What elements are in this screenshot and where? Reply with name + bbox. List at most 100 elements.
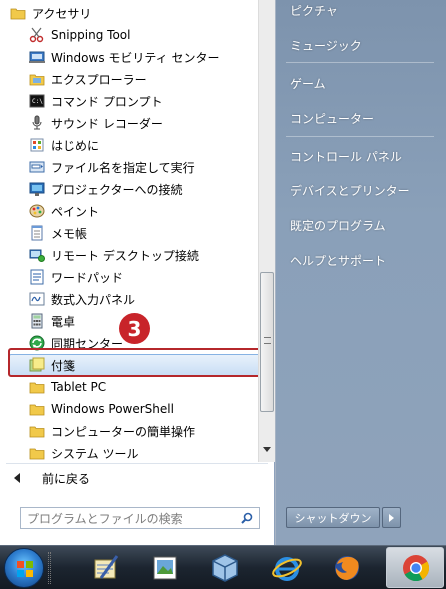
- right-separator: [286, 62, 434, 63]
- program-item-label: Snipping Tool: [51, 28, 131, 42]
- program-item-label: リモート デスクトップ接続: [51, 248, 199, 263]
- back-label: 前に戻る: [42, 471, 91, 486]
- explorer-folder-icon: [29, 71, 45, 87]
- folder-icon: [29, 379, 45, 395]
- program-item[interactable]: Tablet PC: [0, 376, 258, 398]
- search-input[interactable]: プログラムとファイルの検索: [20, 507, 260, 529]
- highlight-annotation-box: [8, 348, 264, 377]
- folder-icon: [10, 5, 26, 21]
- scrollbar-thumb[interactable]: [260, 272, 274, 412]
- program-item-label: ファイル名を指定して実行: [51, 160, 195, 175]
- start-menu-right-pane: ピクチャ ミュージック ゲーム コンピューター コントロール パネル デバイスと…: [276, 0, 446, 545]
- taskbar-internet-explorer[interactable]: [262, 549, 312, 587]
- program-item[interactable]: ペイント: [0, 200, 258, 222]
- taskbar-picture-viewer[interactable]: [140, 549, 190, 587]
- program-item-label: エクスプローラー: [51, 72, 147, 87]
- program-item-label: はじめに: [51, 138, 100, 153]
- program-item-label: アクセサリ: [32, 6, 92, 21]
- back-button[interactable]: 前に戻る: [0, 466, 270, 490]
- list-divider: [6, 463, 268, 464]
- taskbar-virtualbox[interactable]: [200, 549, 250, 587]
- microphone-icon: [29, 115, 45, 131]
- right-item-default-programs[interactable]: 既定のプログラム: [290, 217, 386, 234]
- program-item[interactable]: リモート デスクトップ接続: [0, 244, 258, 266]
- internet-explorer-icon: [272, 557, 302, 581]
- right-item-help-support[interactable]: ヘルプとサポート: [290, 252, 386, 269]
- remote-desktop-icon: [29, 247, 45, 263]
- calculator-icon: [29, 313, 45, 329]
- scroll-down-arrow-icon[interactable]: [263, 447, 271, 452]
- program-item[interactable]: エクスプローラー: [0, 68, 258, 90]
- projector-icon: [29, 181, 45, 197]
- taskbar-firefox[interactable]: [322, 549, 372, 587]
- program-item[interactable]: C:\ コマンド プロンプト: [0, 90, 258, 112]
- program-item[interactable]: プロジェクターへの接続: [0, 178, 258, 200]
- run-icon: [29, 159, 45, 175]
- search-placeholder: プログラムとファイルの検索: [27, 511, 183, 526]
- program-list-scrollbar[interactable]: [258, 0, 275, 462]
- program-item[interactable]: メモ帳: [0, 222, 258, 244]
- right-separator: [286, 136, 434, 137]
- shutdown-options-button[interactable]: [382, 507, 401, 528]
- firefox-icon: [335, 556, 359, 580]
- right-item-games[interactable]: ゲーム: [290, 75, 326, 92]
- cube-icon: [212, 554, 238, 582]
- taskbar-pen-notepad[interactable]: [80, 549, 130, 587]
- folder-icon: [29, 423, 45, 439]
- scissors-icon: [29, 27, 45, 43]
- program-item-label: Windows モビリティ センター: [51, 50, 220, 65]
- pen-notepad-icon: [94, 555, 119, 579]
- wordpad-icon: [29, 269, 45, 285]
- program-item-label: ペイント: [51, 204, 100, 219]
- right-item-devices-printers[interactable]: デバイスとプリンター: [290, 182, 410, 199]
- program-item-label: Windows PowerShell: [51, 402, 174, 416]
- taskbar-chrome[interactable]: [386, 547, 444, 588]
- program-item[interactable]: 数式入力パネル: [0, 288, 258, 310]
- start-menu-left-pane: アクセサリ Snipping Tool Windows モビリティ センター エクスプ…: [0, 0, 275, 545]
- mobility-center-icon: [29, 49, 45, 65]
- folder-icon: [29, 445, 45, 461]
- step-number-badge: 3: [119, 313, 150, 344]
- picture-viewer-icon: [153, 556, 177, 580]
- getting-started-icon: [29, 137, 45, 153]
- search-icon[interactable]: [241, 512, 253, 524]
- program-item-label: メモ帳: [51, 226, 88, 241]
- program-item-label: サウンド レコーダー: [51, 116, 163, 131]
- program-item[interactable]: コンピューターの簡単操作: [0, 420, 258, 442]
- program-item-label: ワードパッド: [51, 270, 124, 285]
- right-item-music[interactable]: ミュージック: [290, 37, 362, 54]
- svg-text:C:\: C:\: [32, 98, 43, 105]
- taskbar: [0, 545, 446, 589]
- right-item-control-panel[interactable]: コントロール パネル: [290, 148, 402, 165]
- program-list: アクセサリ Snipping Tool Windows モビリティ センター エクスプ…: [0, 0, 258, 462]
- program-item[interactable]: システム ツール: [0, 442, 258, 462]
- paint-palette-icon: [29, 203, 45, 219]
- program-item-label: Tablet PC: [51, 380, 107, 394]
- program-item[interactable]: サウンド レコーダー: [0, 112, 258, 134]
- shutdown-button[interactable]: シャットダウン: [286, 507, 380, 528]
- windows-flag-icon: [17, 561, 33, 577]
- right-item-computer[interactable]: コンピューター: [290, 110, 374, 127]
- math-input-icon: [29, 291, 45, 307]
- windows-orb-icon[interactable]: [4, 548, 44, 588]
- program-item[interactable]: はじめに: [0, 134, 258, 156]
- right-item-pictures[interactable]: ピクチャ: [290, 2, 338, 19]
- notepad-icon: [29, 225, 45, 241]
- program-item[interactable]: Windows PowerShell: [0, 398, 258, 420]
- program-item-label: プロジェクターへの接続: [51, 182, 183, 197]
- program-item[interactable]: Windows モビリティ センター: [0, 46, 258, 68]
- program-item-label: システム ツール: [51, 446, 139, 461]
- program-item-label: 数式入力パネル: [51, 292, 136, 307]
- program-item[interactable]: Snipping Tool: [0, 24, 258, 46]
- command-prompt-icon: C:\: [29, 93, 45, 109]
- program-item[interactable]: ワードパッド: [0, 266, 258, 288]
- chevron-right-icon: [389, 513, 394, 522]
- program-item-label: 電卓: [51, 314, 76, 329]
- folder-icon: [29, 401, 45, 417]
- taskbar-gripper: [48, 552, 51, 584]
- program-item[interactable]: アクセサリ: [0, 2, 258, 24]
- back-arrow-icon: [14, 473, 20, 483]
- program-item-label: コンピューターの簡単操作: [51, 424, 196, 439]
- program-item[interactable]: ファイル名を指定して実行: [0, 156, 258, 178]
- program-item-label: コマンド プロンプト: [51, 94, 163, 109]
